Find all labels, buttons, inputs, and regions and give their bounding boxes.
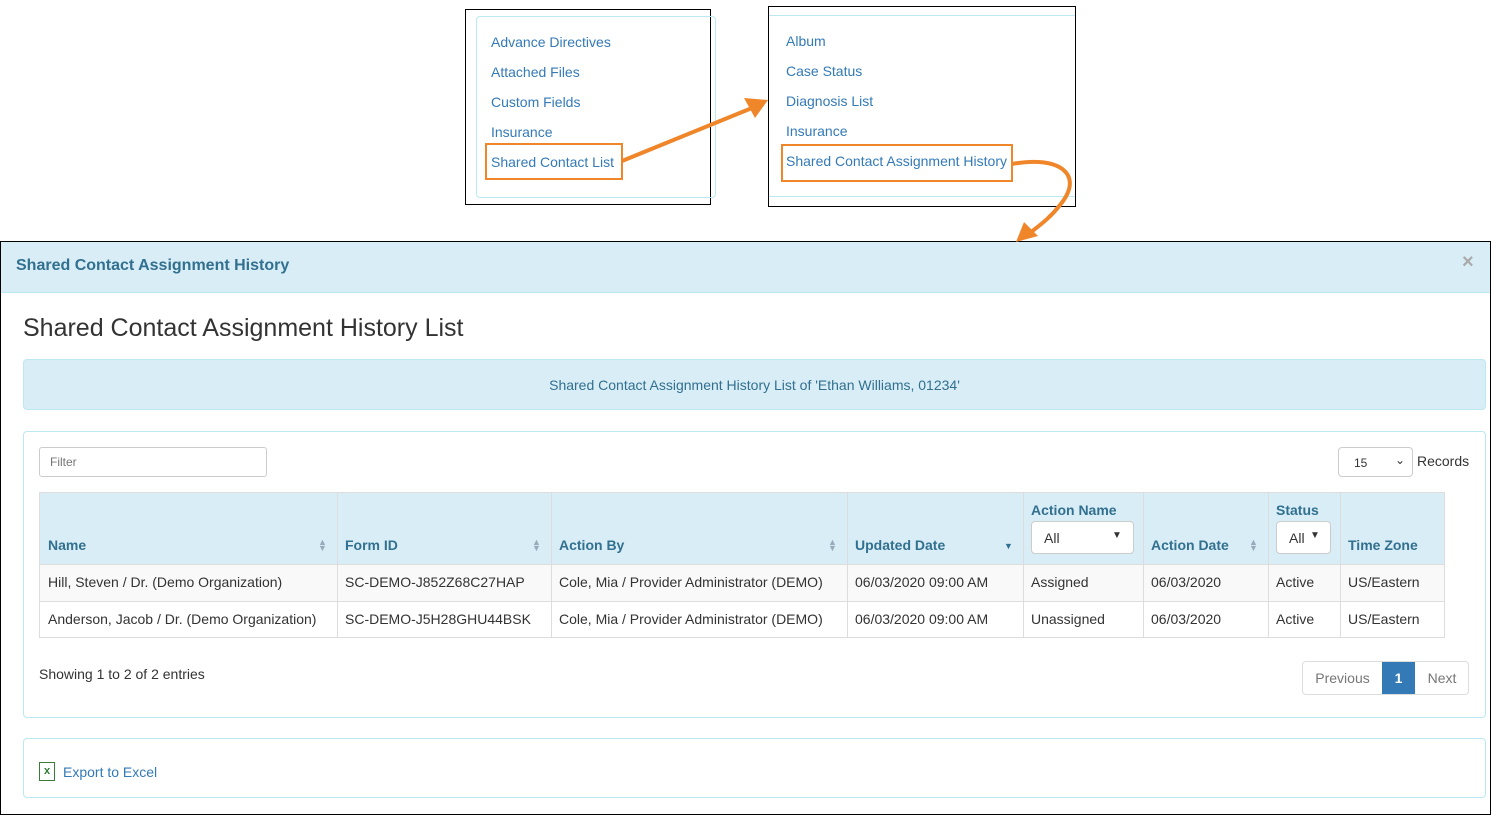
column-divider — [1023, 493, 1024, 637]
column-divider — [1143, 493, 1144, 637]
table-cell: Unassigned — [1031, 611, 1105, 627]
records-value: 15 — [1354, 456, 1368, 470]
caret-down-icon: ▼ — [1112, 530, 1122, 541]
sort-icon[interactable]: ▲ ▼ — [318, 538, 327, 553]
modal-header: Shared Contact Assignment History × — [1, 242, 1490, 293]
sort-icon[interactable]: ▲ ▼ — [1249, 538, 1258, 553]
table-cell: US/Eastern — [1348, 611, 1420, 627]
column-header-name[interactable]: Name — [48, 537, 86, 553]
info-alert: Shared Contact Assignment History List o… — [23, 359, 1486, 410]
column-header-form-id[interactable]: Form ID — [345, 537, 398, 553]
page-title: Shared Contact Assignment History List — [23, 314, 464, 342]
close-icon[interactable]: × — [1462, 251, 1474, 274]
column-header-action-name[interactable]: Action Name — [1031, 502, 1117, 518]
export-to-excel-link[interactable]: Export to Excel — [63, 764, 157, 780]
column-divider — [847, 493, 848, 637]
table-cell: 06/03/2020 — [1151, 611, 1222, 627]
next-button[interactable]: Next — [1415, 662, 1468, 694]
arrow-line — [621, 106, 753, 163]
modal-dialog: Shared Contact Assignment History × Shar… — [0, 241, 1491, 815]
table-cell: US/Eastern — [1348, 574, 1420, 590]
export-panel — [23, 738, 1486, 798]
table-header — [40, 493, 1444, 564]
sort-desc-icon[interactable]: ▼ — [1004, 542, 1013, 551]
table-cell: Hill, Steven / Dr. (Demo Organization) — [48, 574, 283, 590]
records-label: Records — [1417, 453, 1470, 469]
column-header-time-zone[interactable]: Time Zone — [1348, 537, 1418, 553]
previous-button[interactable]: Previous — [1303, 662, 1382, 694]
excel-icon[interactable]: x — [39, 762, 55, 781]
arrow-head — [1016, 222, 1038, 242]
table-cell: 06/03/2020 09:00 AM — [855, 611, 989, 627]
table-cell: Anderson, Jacob / Dr. (Demo Organization… — [48, 611, 317, 627]
sort-icon[interactable]: ▲ ▼ — [828, 538, 837, 553]
table-cell: Cole, Mia / Provider Administrator (DEMO… — [559, 611, 823, 627]
column-header-action-date[interactable]: Action Date — [1151, 537, 1229, 553]
column-divider — [1340, 493, 1341, 637]
table-cell: Active — [1276, 611, 1315, 627]
table-cell: 06/03/2020 09:00 AM — [855, 574, 989, 590]
column-divider — [551, 493, 552, 637]
action-name-filter-value: All — [1044, 530, 1060, 546]
column-divider — [1268, 493, 1269, 637]
table-cell: Assigned — [1031, 574, 1089, 590]
status-filter-value: All — [1289, 530, 1305, 546]
info-text: Shared Contact Assignment History List o… — [549, 377, 960, 393]
caret-down-icon: ▼ — [1310, 530, 1320, 541]
records-select[interactable]: 15 ⌄ — [1338, 447, 1413, 477]
column-divider — [337, 493, 338, 637]
column-header-action-by[interactable]: Action By — [559, 537, 624, 553]
column-header-status[interactable]: Status — [1276, 502, 1319, 518]
table-cell: Active — [1276, 574, 1315, 590]
table-cell: SC-DEMO-J852Z68C27HAP — [345, 574, 525, 590]
sort-icon[interactable]: ▲ ▼ — [532, 538, 541, 553]
pagination: Previous 1 Next — [1302, 661, 1469, 695]
table-cell: Cole, Mia / Provider Administrator (DEMO… — [559, 574, 823, 590]
annotation-arrows — [621, 98, 1072, 242]
table-cell: SC-DEMO-J5H28GHU44BSK — [345, 611, 531, 627]
page-1-button[interactable]: 1 — [1382, 662, 1415, 694]
column-header-updated-date[interactable]: Updated Date — [855, 537, 945, 553]
filter-input[interactable] — [39, 447, 267, 477]
modal-title: Shared Contact Assignment History — [16, 257, 290, 274]
entries-info: Showing 1 to 2 of 2 entries — [39, 666, 205, 682]
arrow-curve — [1011, 159, 1072, 235]
action-name-filter[interactable]: All ▼ — [1031, 521, 1134, 554]
chevron-down-icon: ⌄ — [1395, 453, 1406, 467]
status-filter[interactable]: All ▼ — [1276, 521, 1331, 554]
table-cell: 06/03/2020 — [1151, 574, 1222, 590]
